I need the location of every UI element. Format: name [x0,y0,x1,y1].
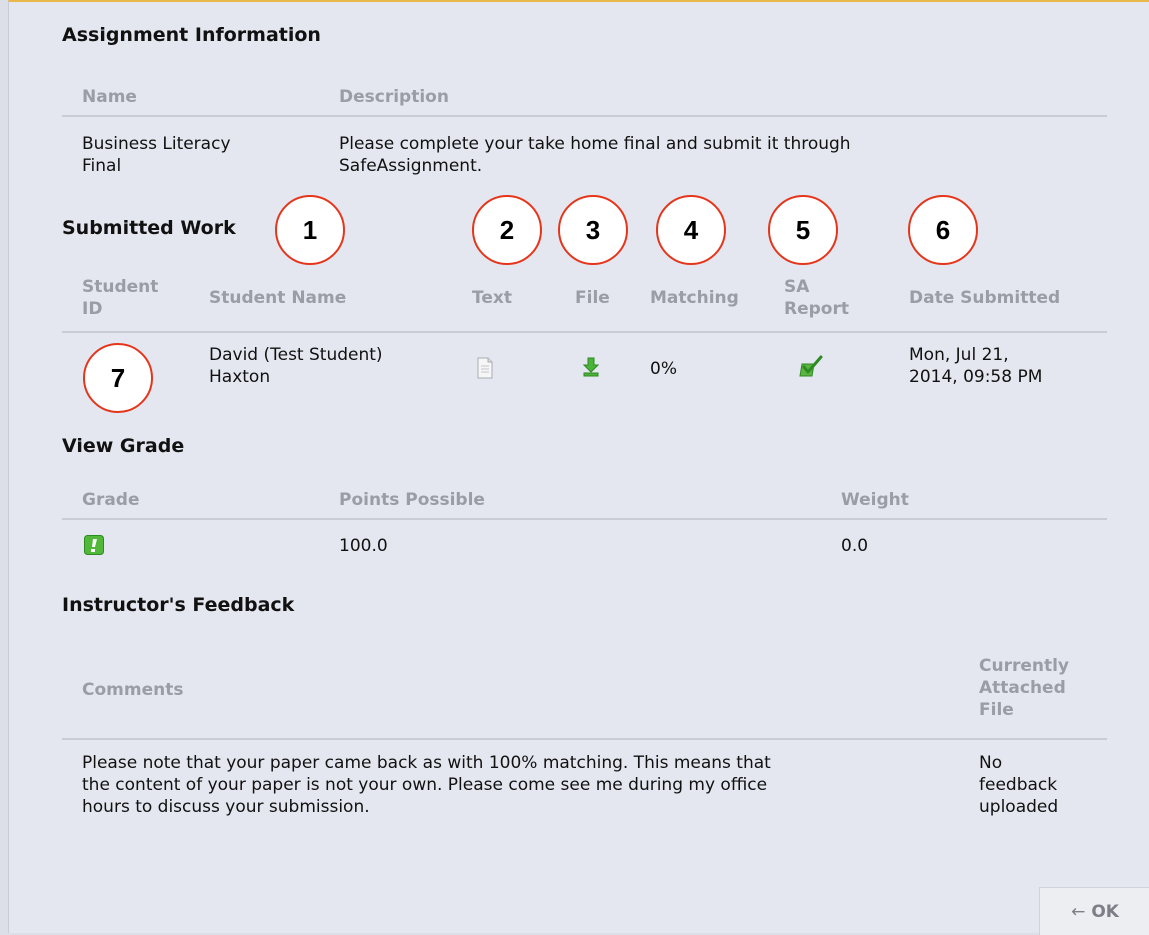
callout-3: 3 [558,195,628,265]
assignment-name: Business Literacy Final [82,134,231,176]
callout-4: 4 [656,195,726,265]
divider [62,115,1107,117]
student-name: David (Test Student) Haxton [209,345,383,387]
download-icon[interactable] [582,357,600,381]
col-matching-header: Matching [650,288,739,308]
attached-file-value: No feedback uploaded [979,753,1059,817]
col-weight-header: Weight [841,490,909,510]
col-comments-header: Comments [82,680,184,700]
col-description-header: Description [339,87,449,107]
divider [62,518,1107,520]
weight-value: 0.0 [841,536,869,556]
col-points-possible-header: Points Possible [339,490,485,510]
checkmark-report-icon[interactable] [799,355,823,383]
col-text-header: Text [472,288,512,308]
callout-2: 2 [472,195,542,265]
points-possible-value: 100.0 [339,536,388,556]
callout-5: 5 [768,195,838,265]
col-attached-file-header: Currently Attached File [979,656,1070,720]
col-grade-header: Grade [82,490,140,510]
divider [62,331,1107,333]
view-grade-heading: View Grade [62,435,185,457]
callout-1: 1 [275,195,345,265]
ok-button[interactable]: ← OK [1039,887,1149,935]
col-student-name-header: Student Name [209,288,347,308]
needs-grading-icon [84,535,104,559]
col-file-header: File [575,288,610,308]
assignment-information-heading: Assignment Information [62,24,321,46]
divider [62,738,1107,740]
assignment-description: Please complete your take home final and… [339,134,851,176]
date-submitted: Mon, Jul 21, 2014, 09:58 PM [909,345,1043,387]
ok-button-label: OK [1091,901,1119,922]
matching-value: 0% [650,359,677,379]
col-date-submitted-header: Date Submitted [909,288,1061,308]
assignment-detail-panel: Assignment Information Name Description … [8,0,1149,935]
callout-6: 6 [908,195,978,265]
document-icon[interactable] [477,357,493,383]
callout-7: 7 [83,343,153,413]
col-sa-report-header: SA Report [784,277,849,319]
submitted-work-heading: Submitted Work [62,217,236,239]
back-arrow-icon: ← [1071,901,1086,922]
feedback-comment: Please note that your paper came back as… [82,753,771,817]
col-name-header: Name [82,87,137,107]
instructor-feedback-heading: Instructor's Feedback [62,594,295,616]
col-student-id-header: Student ID [82,277,159,319]
